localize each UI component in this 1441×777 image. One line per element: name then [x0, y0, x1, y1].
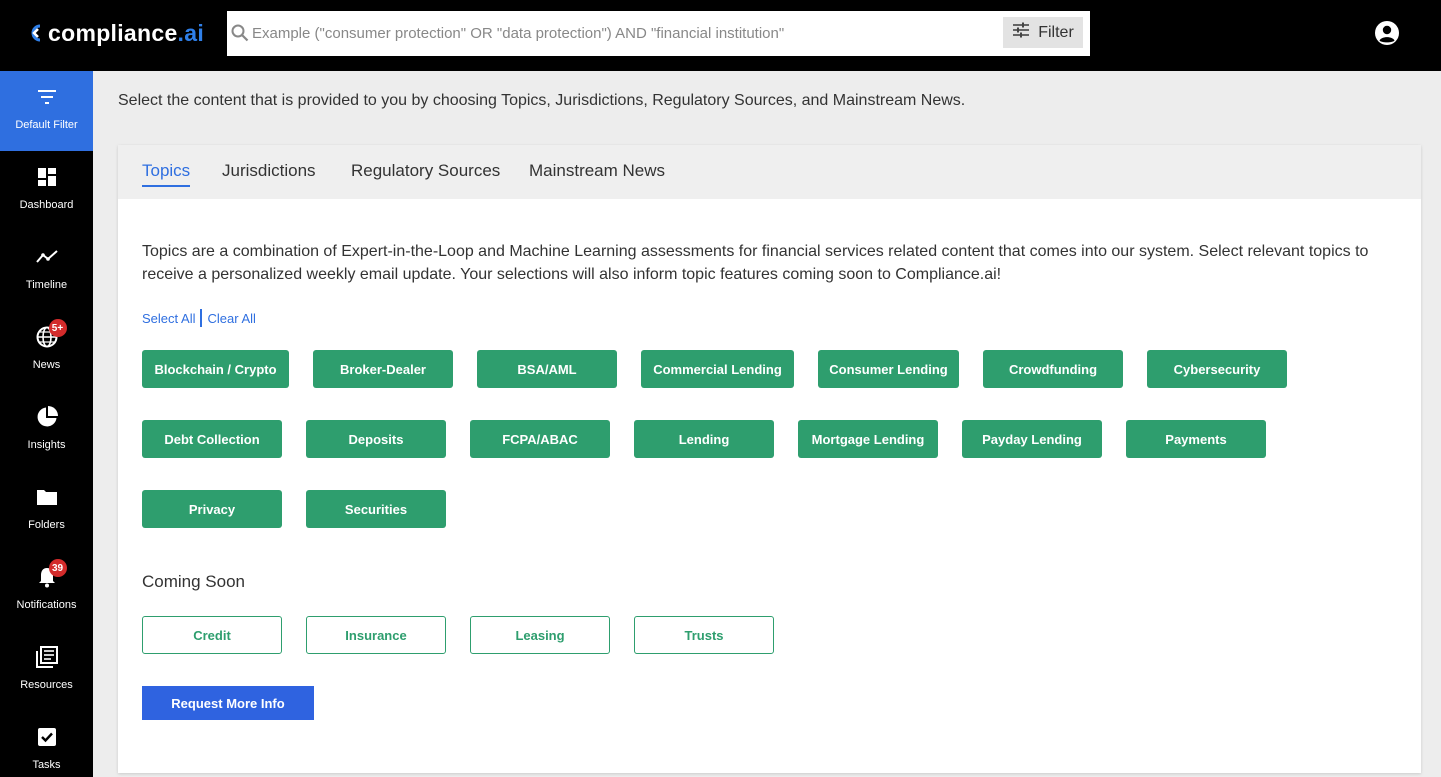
sidebar-item-label: Notifications	[16, 599, 77, 611]
search-icon	[231, 24, 249, 42]
account-icon[interactable]	[1373, 19, 1401, 47]
top-bar: compliance.ai Filter	[0, 0, 1441, 71]
topic-button-deposits[interactable]: Deposits	[306, 420, 446, 458]
sidebar-item-insights[interactable]: Insights	[0, 391, 93, 471]
sidebar-item-resources[interactable]: Resources	[0, 631, 93, 711]
folder-icon	[35, 485, 59, 509]
topic-button-lending[interactable]: Lending	[634, 420, 774, 458]
coming-soon-heading: Coming Soon	[142, 572, 246, 591]
app-logo[interactable]: compliance.ai	[26, 18, 204, 48]
sidebar-item-label: Dashboard	[19, 199, 74, 211]
topic-button-crowdfunding[interactable]: Crowdfunding	[983, 350, 1123, 388]
search-bar: Filter	[227, 11, 1090, 56]
sidebar-item-label: Folders	[28, 519, 65, 531]
sidebar-item-default-filter[interactable]: Default Filter	[0, 71, 93, 151]
intro-text: Select the content that is provided to y…	[118, 92, 966, 109]
checkbox-icon	[35, 725, 59, 749]
coming-soon-button-credit[interactable]: Credit	[142, 616, 282, 654]
sidebar-item-notifications[interactable]: 39 Notifications	[0, 551, 93, 631]
sidebar-item-label: Timeline	[25, 279, 68, 291]
topic-button-mortgage-lending[interactable]: Mortgage Lending	[798, 420, 938, 458]
topic-button-securities[interactable]: Securities	[306, 490, 446, 528]
tab-bar: Topics Jurisdictions Regulatory Sources …	[118, 145, 1421, 199]
sidebar-item-news[interactable]: 5+ News	[0, 311, 93, 391]
topic-button-consumer-lending[interactable]: Consumer Lending	[818, 350, 959, 388]
filter-button[interactable]: Filter	[1003, 17, 1083, 48]
news-badge: 5+	[48, 319, 67, 337]
filter-lines-icon	[35, 85, 59, 109]
content-panel: Topics Jurisdictions Regulatory Sources …	[118, 145, 1421, 773]
search-input[interactable]	[252, 11, 1012, 56]
topic-button-fcpa-abac[interactable]: FCPA/ABAC	[470, 420, 610, 458]
pie-chart-icon	[35, 405, 59, 429]
sidebar-item-folders[interactable]: Folders	[0, 471, 93, 551]
topics-description: Topics are a combination of Expert-in-th…	[142, 243, 1369, 283]
selection-links: Select All Clear All	[142, 309, 256, 327]
tab-regulatory-sources[interactable]: Regulatory Sources	[351, 161, 500, 185]
link-divider	[200, 309, 203, 327]
sidebar-item-label: Default Filter	[15, 119, 78, 131]
logo-text: compliance.ai	[48, 19, 205, 46]
topic-button-privacy[interactable]: Privacy	[142, 490, 282, 528]
request-more-info-button[interactable]: Request More Info	[142, 686, 314, 720]
select-all-link[interactable]: Select All	[142, 311, 195, 326]
tab-mainstream-news[interactable]: Mainstream News	[529, 161, 665, 185]
sidebar-item-tasks[interactable]: Tasks	[0, 711, 93, 777]
coming-soon-button-trusts[interactable]: Trusts	[634, 616, 774, 654]
timeline-icon	[35, 245, 59, 269]
topic-button-cybersecurity[interactable]: Cybersecurity	[1147, 350, 1287, 388]
topic-button-commercial-lending[interactable]: Commercial Lending	[641, 350, 794, 388]
sidebar-item-label: Resources	[20, 679, 73, 691]
sidebar: Default Filter Dashboard Timeline 5+ New…	[0, 71, 93, 777]
logo-mark-icon	[26, 23, 46, 43]
topic-button-bsa-aml[interactable]: BSA/AML	[477, 350, 617, 388]
coming-soon-button-leasing[interactable]: Leasing	[470, 616, 610, 654]
sidebar-item-label: Insights	[27, 439, 66, 451]
sidebar-item-timeline[interactable]: Timeline	[0, 231, 93, 311]
notifications-badge: 39	[48, 559, 67, 577]
tune-icon	[1012, 22, 1030, 43]
topic-button-debt-collection[interactable]: Debt Collection	[142, 420, 282, 458]
resources-icon	[35, 645, 59, 669]
sidebar-item-label: Tasks	[32, 759, 61, 771]
clear-all-link[interactable]: Clear All	[207, 311, 255, 326]
filter-label: Filter	[1038, 23, 1074, 41]
topic-button-payments[interactable]: Payments	[1126, 420, 1266, 458]
dashboard-icon	[35, 165, 59, 189]
sidebar-item-dashboard[interactable]: Dashboard	[0, 151, 93, 231]
topic-button-payday-lending[interactable]: Payday Lending	[962, 420, 1102, 458]
tab-topics[interactable]: Topics	[142, 161, 191, 187]
topic-button-broker-dealer[interactable]: Broker-Dealer	[313, 350, 453, 388]
coming-soon-button-insurance[interactable]: Insurance	[306, 616, 446, 654]
globe-icon: 5+	[35, 319, 67, 349]
sidebar-item-label: News	[32, 359, 61, 371]
bell-icon: 39	[35, 559, 67, 589]
tab-jurisdictions[interactable]: Jurisdictions	[222, 161, 316, 185]
topic-button-blockchain-crypto[interactable]: Blockchain / Crypto	[142, 350, 289, 388]
